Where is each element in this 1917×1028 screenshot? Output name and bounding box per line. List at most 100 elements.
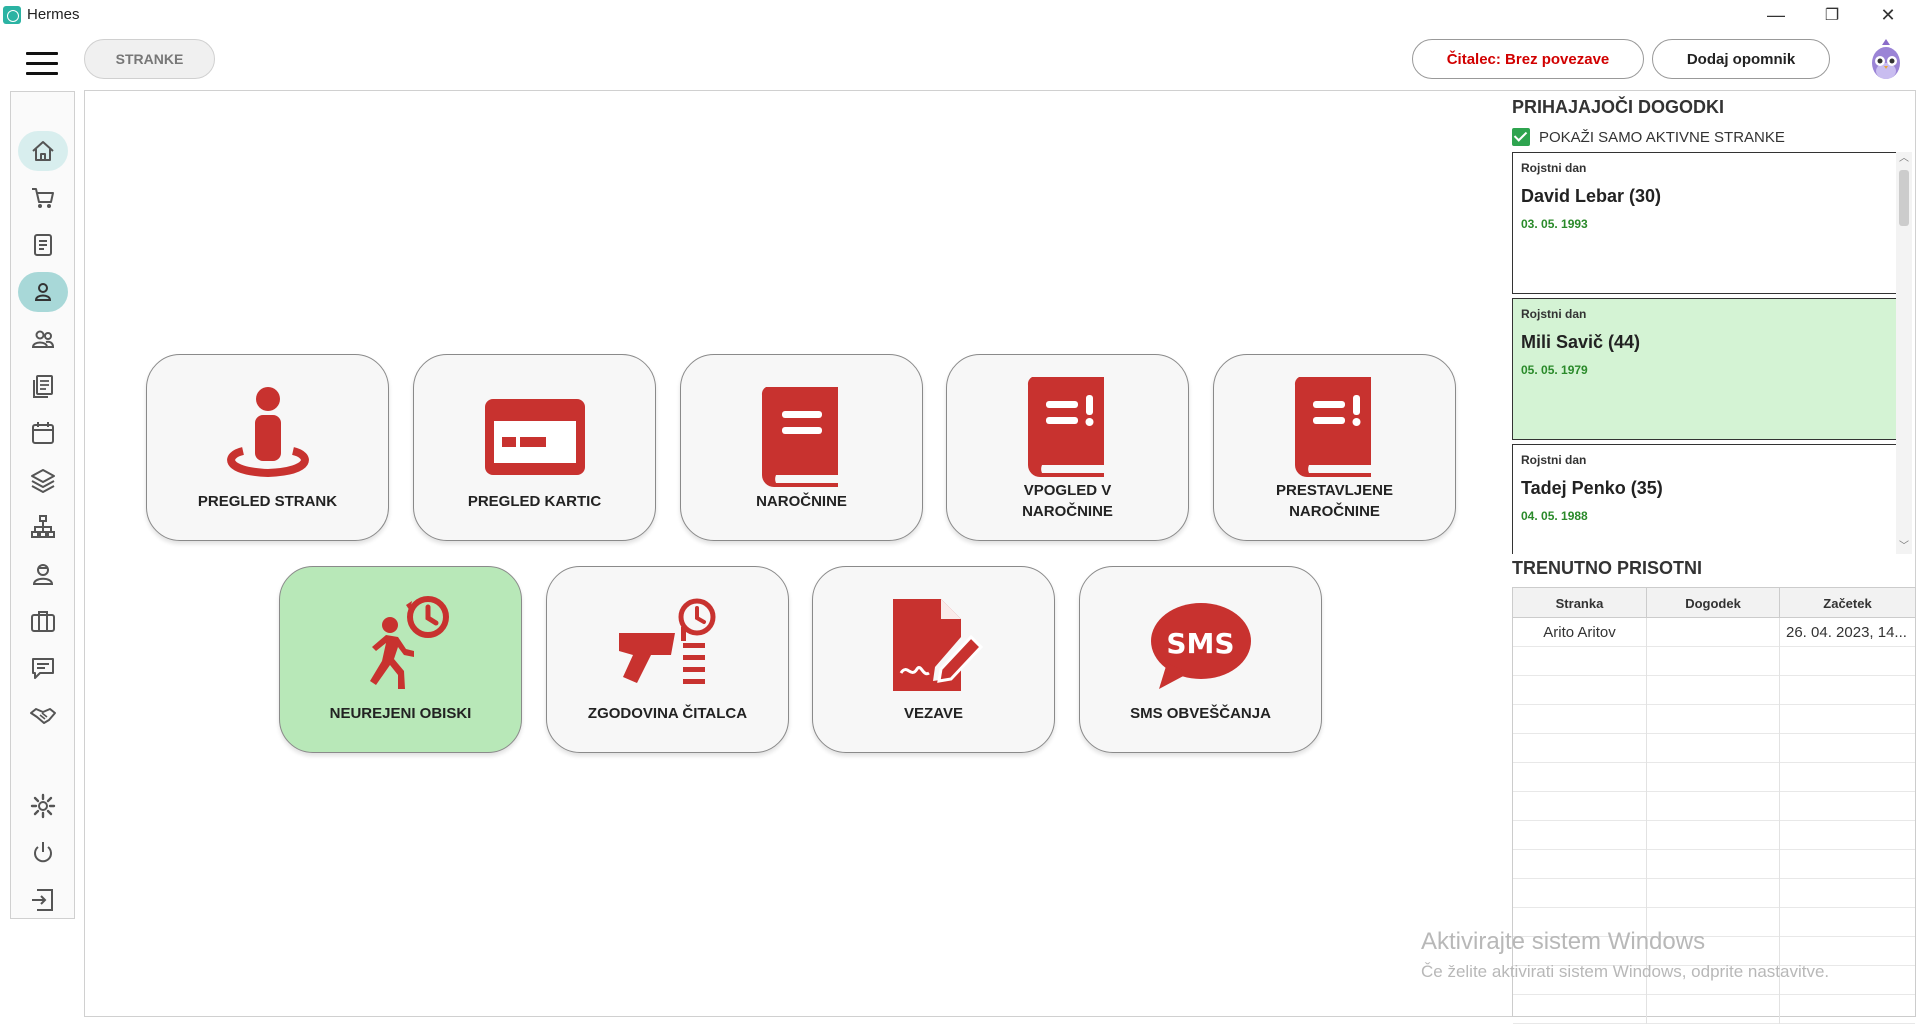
book-icon — [761, 387, 838, 487]
empty-table-row — [1513, 879, 1915, 908]
empty-table-row — [1513, 995, 1915, 1024]
sidebar-item-home[interactable] — [18, 131, 68, 171]
column-header-dogodek[interactable]: Dogodek — [1647, 588, 1780, 618]
scroll-up-icon[interactable]: ︿ — [1896, 152, 1912, 166]
scroll-thumb[interactable] — [1899, 170, 1909, 226]
empty-table-row — [1513, 734, 1915, 763]
tile-pregled-strank[interactable]: PREGLED STRANK — [146, 354, 389, 541]
tile-label: PRESTAVLJENE NAROČNINE — [1276, 482, 1393, 520]
chat-icon — [32, 658, 54, 679]
close-button[interactable]: ✕ — [1860, 0, 1916, 30]
tile-label: NAROČNINE — [756, 493, 847, 510]
calendar-icon — [32, 422, 54, 444]
event-type: Rojstni dan — [1521, 161, 1587, 175]
tile-label: VEZAVE — [904, 705, 963, 722]
walking-history-icon — [369, 596, 449, 689]
tile-neurejeni-obiski[interactable]: NEUREJENI OBISKI — [279, 566, 522, 753]
sidebar-item-calendar[interactable] — [18, 413, 68, 453]
sidebar-item-shop[interactable] — [18, 178, 68, 218]
tile-narocnine[interactable]: NAROČNINE — [680, 354, 923, 541]
sidebar-item-layers[interactable] — [18, 460, 68, 500]
tile-label: VPOGLED V NAROČNINE — [1022, 482, 1113, 520]
sidebar-item-messages[interactable] — [18, 648, 68, 688]
tile-vezave[interactable]: VEZAVE — [812, 566, 1055, 753]
power-icon — [34, 842, 52, 863]
active-clients-label: POKAŽI SAMO AKTIVNE STRANKE — [1539, 129, 1785, 146]
person-location-icon — [226, 387, 309, 478]
active-clients-checkbox[interactable] — [1512, 128, 1530, 146]
tile-pregled-kartic[interactable]: PREGLED KARTIC — [413, 354, 656, 541]
empty-table-row — [1513, 763, 1915, 792]
sidebar-item-structure[interactable] — [18, 507, 68, 547]
logout-icon — [32, 889, 53, 911]
event-type: Rojstni dan — [1521, 453, 1587, 467]
event-date: 03. 05. 1993 — [1521, 217, 1588, 231]
add-reminder-button[interactable]: Dodaj opomnik — [1652, 39, 1830, 79]
table-row[interactable]: Arito Aritov 26. 04. 2023, 14... — [1513, 618, 1915, 647]
tile-prestavljene-narocnine[interactable]: PRESTAVLJENE NAROČNINE — [1213, 354, 1456, 541]
tile-zgodovina-citalca[interactable]: ZGODOVINA ČITALCA — [546, 566, 789, 753]
document-icon — [34, 234, 52, 256]
event-card[interactable]: Rojstni dan David Lebar (30) 03. 05. 199… — [1512, 152, 1898, 294]
event-date: 05. 05. 1979 — [1521, 363, 1588, 377]
sidebar-item-power[interactable] — [18, 833, 68, 873]
sidebar-item-clients[interactable] — [18, 272, 68, 312]
card-icon — [484, 399, 585, 475]
present-now-title: TRENUTNO PRISOTNI — [1512, 558, 1703, 578]
events-list: Rojstni dan David Lebar (30) 03. 05. 199… — [1512, 152, 1917, 554]
book-alert-icon — [1294, 377, 1371, 477]
empty-table-row — [1513, 676, 1915, 705]
handshake-icon — [30, 708, 56, 724]
window-title: Hermes — [27, 6, 80, 23]
app-logo-icon — [3, 6, 21, 24]
cart-icon — [32, 188, 54, 208]
scanner-history-icon — [618, 598, 715, 684]
sidebar-item-documents[interactable] — [18, 225, 68, 265]
empty-table-row — [1513, 647, 1915, 676]
event-name: Tadej Penko (35) — [1521, 478, 1663, 498]
title-bar: Hermes — ❐ ✕ — [0, 0, 1917, 30]
maximize-button[interactable]: ❐ — [1804, 0, 1860, 30]
sidebar-item-logout[interactable] — [18, 880, 68, 920]
cell-zacetek: 26. 04. 2023, 14... — [1786, 624, 1907, 641]
events-scrollbar[interactable]: ︿ ﹀ — [1896, 152, 1912, 554]
person-icon — [34, 283, 52, 301]
hierarchy-icon — [31, 515, 55, 538]
sidebar-item-lists[interactable] — [18, 366, 68, 406]
sidebar-item-staff[interactable] — [18, 554, 68, 594]
minimize-button[interactable]: — — [1748, 0, 1804, 30]
column-header-stranka[interactable]: Stranka — [1513, 588, 1647, 618]
list-icon — [33, 375, 53, 398]
people-icon — [31, 330, 55, 348]
event-card[interactable]: Rojstni dan Tadej Penko (35) 04. 05. 198… — [1512, 444, 1898, 554]
windows-activation-text: Če želite aktivirati sistem Windows, odp… — [1421, 962, 1830, 981]
stranke-tab[interactable]: STRANKE — [84, 39, 215, 79]
user-badge-icon — [32, 564, 54, 585]
event-type: Rojstni dan — [1521, 307, 1587, 321]
tile-label: NEUREJENI OBISKI — [329, 705, 472, 722]
reader-status-button[interactable]: Čitalec: Brez povezave — [1412, 39, 1644, 79]
column-header-zacetek[interactable]: Začetek — [1780, 588, 1915, 618]
event-card[interactable]: Rojstni dan Mili Savič (44) 05. 05. 1979 — [1512, 298, 1898, 440]
scroll-down-icon[interactable]: ﹀ — [1896, 540, 1912, 554]
signature-icon — [892, 599, 983, 691]
sidebar-item-partners[interactable] — [18, 695, 68, 735]
upcoming-events-title: PRIHAJAJOČI DOGODKI — [1512, 97, 1725, 117]
windows-activation-title: Aktivirajte sistem Windows — [1421, 928, 1706, 955]
sidebar-item-groups[interactable] — [18, 319, 68, 359]
sidebar-item-business[interactable] — [18, 601, 68, 641]
tile-sms-obvescanja[interactable]: SMS SMS OBVEŠČANJA — [1079, 566, 1322, 753]
briefcase-icon — [31, 611, 55, 632]
empty-table-row — [1513, 850, 1915, 879]
table-header: Stranka Dogodek Začetek — [1513, 588, 1915, 618]
sidebar-item-settings[interactable] — [18, 786, 68, 826]
avatar[interactable] — [1866, 37, 1906, 81]
event-name: Mili Savič (44) — [1521, 332, 1641, 352]
book-alert-icon — [1027, 377, 1104, 477]
tile-label: PREGLED KARTIC — [467, 493, 602, 510]
menu-hamburger-icon[interactable] — [26, 52, 58, 76]
tile-label: PREGLED STRANK — [197, 493, 338, 510]
tile-label: SMS OBVEŠČANJA — [1130, 705, 1271, 722]
empty-table-row — [1513, 705, 1915, 734]
tile-vpogled-v-narocnine[interactable]: VPOGLED V NAROČNINE — [946, 354, 1189, 541]
